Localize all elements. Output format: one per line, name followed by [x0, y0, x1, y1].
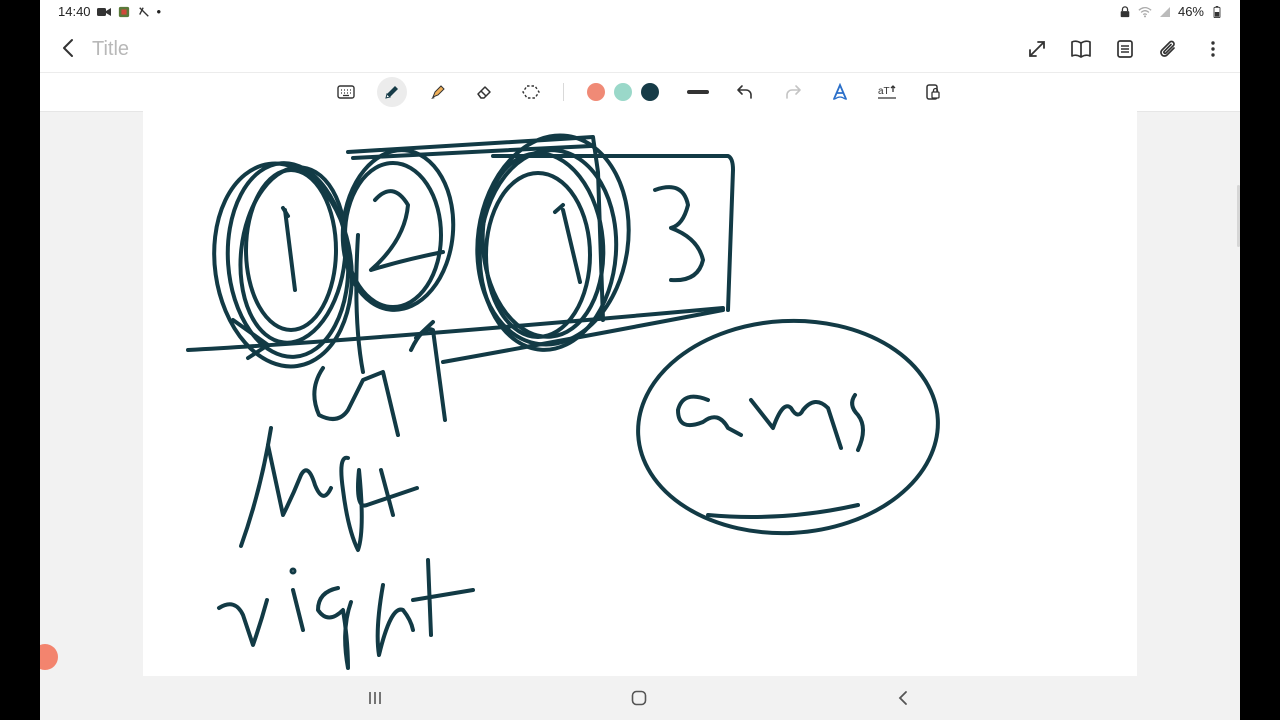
color-swatch-coral[interactable] [587, 83, 605, 101]
ink-stroke [354, 233, 365, 374]
color-swatch-mint[interactable] [614, 83, 632, 101]
status-bar: 14:40 • 46% [40, 0, 1240, 24]
video-icon [96, 7, 111, 16]
edge-panel-handle[interactable] [1237, 185, 1240, 247]
pen-notification-icon [138, 6, 149, 17]
highlighter-icon [431, 85, 445, 99]
thickness-icon [687, 90, 709, 94]
title-input[interactable] [90, 34, 394, 64]
undo-icon [737, 85, 752, 99]
ink-letter-n [749, 398, 843, 450]
recents-button[interactable] [363, 686, 387, 710]
ink-digit-2 [369, 189, 445, 272]
keyboard-icon [337, 85, 355, 99]
title-bar [40, 24, 1240, 72]
app-screen: 14:40 • 46% Title aT [40, 0, 1240, 720]
chevron-left-icon [898, 691, 907, 705]
home-button[interactable] [627, 686, 651, 710]
ink-dot [289, 567, 297, 575]
page-button[interactable] [1110, 34, 1140, 64]
text-convert-button[interactable]: aT [872, 77, 902, 107]
ink-arrow [231, 318, 270, 360]
lock-status-icon [1120, 5, 1130, 17]
ink-letter-s [850, 393, 865, 452]
signal-icon [1159, 6, 1170, 17]
ink-stroke [409, 327, 447, 422]
highlighter-button[interactable] [423, 77, 453, 107]
wifi-icon [1138, 6, 1152, 17]
book-view-button[interactable] [1066, 34, 1096, 64]
recents-icon [369, 692, 381, 704]
more-icon [1211, 41, 1215, 57]
expand-button[interactable] [1022, 34, 1052, 64]
undo-button[interactable] [730, 77, 760, 107]
ink-digit-1 [561, 208, 582, 284]
ink-underline [706, 503, 860, 520]
svg-text:aT: aT [878, 86, 890, 97]
page-icon [1117, 40, 1133, 58]
ink-letter-i [291, 588, 305, 632]
more-button[interactable] [1198, 34, 1228, 64]
home-icon [631, 690, 647, 706]
app-notification-icon [118, 6, 129, 17]
expand-icon [1029, 41, 1045, 57]
lasso-button[interactable] [516, 77, 546, 107]
lock-icon [926, 84, 940, 100]
ink-letter-f [339, 455, 419, 552]
back-icon [63, 39, 73, 57]
pen-icon [385, 86, 398, 99]
ink-digit-1 [283, 208, 297, 292]
battery-percent: 46% [1177, 4, 1204, 19]
attach-icon [1160, 40, 1175, 57]
system-back-button[interactable] [891, 686, 915, 710]
drawing-toolbar: aT [40, 72, 1240, 112]
ink-answer-circle [636, 318, 940, 536]
handwriting-layer [186, 133, 940, 670]
redo-button[interactable] [778, 77, 808, 107]
status-time: 14:40 [58, 4, 91, 19]
battery-icon [1213, 5, 1221, 18]
pen-button[interactable] [377, 77, 407, 107]
keyboard-button[interactable] [331, 77, 361, 107]
ink-rect-right [491, 154, 735, 312]
toolbar-divider [563, 83, 564, 101]
ink-digit-3 [653, 185, 705, 283]
pen-thickness-button[interactable] [683, 77, 713, 107]
status-dot: • [156, 4, 162, 19]
attach-button[interactable] [1154, 34, 1184, 64]
ink-letter-g [316, 586, 353, 670]
navigation-bar [40, 676, 1240, 720]
screen-recorder-indicator[interactable] [40, 644, 58, 670]
lasso-icon [522, 85, 540, 99]
book-view-icon [1071, 40, 1091, 58]
ink-letter-e [266, 443, 333, 517]
ink-letter-h [375, 583, 415, 657]
eraser-button[interactable] [469, 77, 499, 107]
ink-digit-7 [312, 366, 400, 437]
color-swatch-dark-teal[interactable] [641, 83, 659, 101]
pen-style-button[interactable] [825, 77, 855, 107]
pen-style-icon [833, 83, 847, 100]
ink-letter-a [676, 394, 743, 437]
lock-button[interactable] [918, 77, 948, 107]
ink-letter-t [411, 558, 475, 637]
drawing-canvas[interactable] [143, 110, 1137, 676]
eraser-icon [477, 86, 491, 99]
ink-letter-t [379, 468, 395, 517]
text-convert-icon: aT [878, 85, 896, 99]
back-button[interactable] [54, 34, 82, 62]
redo-icon [786, 85, 801, 99]
ink-letter-r [217, 598, 269, 647]
